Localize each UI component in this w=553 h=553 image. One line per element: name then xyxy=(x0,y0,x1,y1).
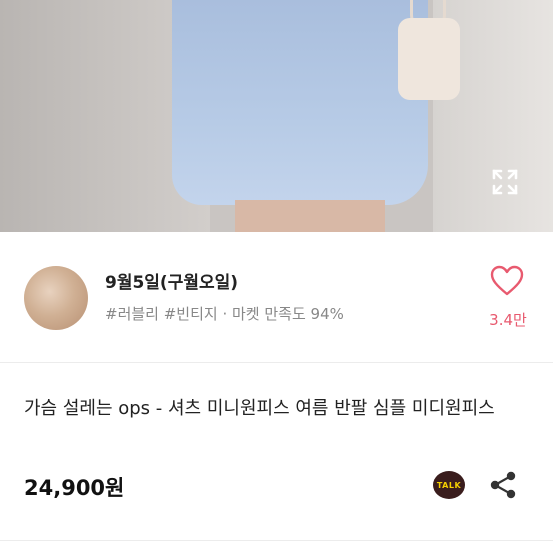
seller-tags-rating: #러블리 #빈티지 · 마켓 만족도 94% xyxy=(105,305,344,323)
dress-image xyxy=(172,0,428,205)
product-image[interactable] xyxy=(0,0,553,232)
section-divider xyxy=(0,540,553,541)
like-count: 3.4만 xyxy=(489,311,527,329)
share-icon[interactable] xyxy=(488,470,518,500)
product-price: 24,900원 xyxy=(24,476,125,500)
section-divider xyxy=(0,362,553,363)
product-title: 가슴 설레는 ops - 셔츠 미니원피스 여름 반팔 심플 미디원피스 xyxy=(24,398,495,419)
kakao-talk-button[interactable]: TALK xyxy=(433,471,465,499)
heart-icon[interactable] xyxy=(490,264,524,298)
handbag-image xyxy=(398,18,460,100)
model-legs xyxy=(235,200,385,232)
expand-icon[interactable] xyxy=(491,168,519,196)
seller-name[interactable]: 9월5일(구월오일) xyxy=(105,268,238,293)
seller-avatar[interactable] xyxy=(24,266,88,330)
